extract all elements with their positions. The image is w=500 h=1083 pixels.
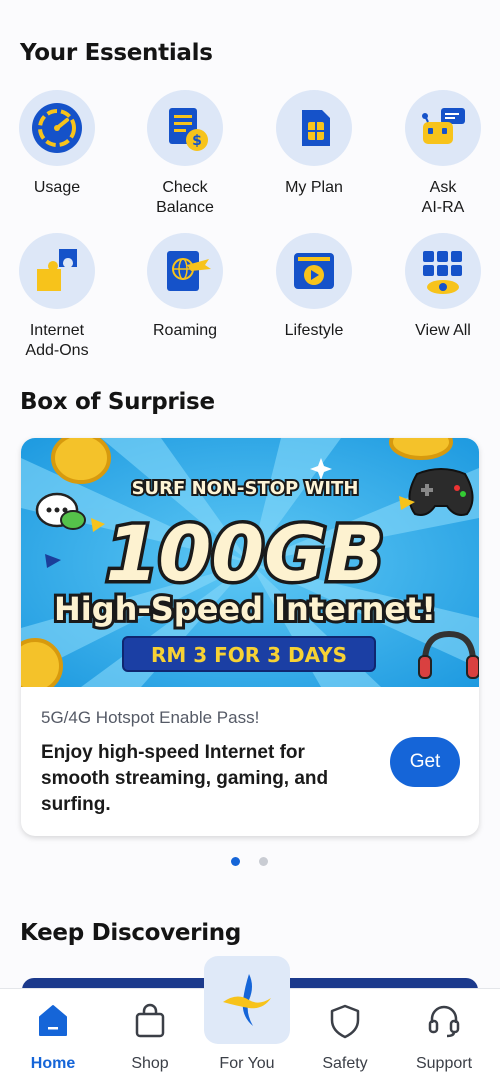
- essential-label: Roaming: [152, 322, 218, 339]
- nav-safety[interactable]: Safety: [295, 989, 395, 1083]
- robot-chat-icon: [405, 90, 481, 166]
- nav-shop[interactable]: Shop: [100, 989, 200, 1083]
- shield-icon: [328, 1003, 362, 1044]
- home-icon: [36, 1003, 70, 1044]
- carousel-dot-active[interactable]: [231, 857, 240, 866]
- essential-internet-add-ons[interactable]: Internet Add-Ons: [2, 233, 112, 361]
- banner-price-pill: RM 3 FOR 3 DAYS: [151, 643, 347, 667]
- banner-headline-top: SURF NON-STOP WITH: [132, 478, 359, 499]
- essential-check-balance[interactable]: $ Check Balance: [130, 90, 240, 218]
- shopping-bag-icon: [133, 1003, 167, 1044]
- essential-label: Internet Add-Ons: [25, 322, 89, 359]
- essential-lifestyle[interactable]: Lifestyle: [259, 233, 369, 341]
- essential-view-all[interactable]: View All: [388, 233, 498, 341]
- promo-banner[interactable]: SURF NON-STOP WITH 100GB High-Speed Inte…: [21, 438, 479, 694]
- essential-usage[interactable]: Usage: [2, 90, 112, 198]
- play-icon: [276, 233, 352, 309]
- nav-label: Safety: [322, 1055, 368, 1072]
- balance-icon: $: [147, 90, 223, 166]
- essentials-title: Your Essentials: [20, 40, 213, 66]
- promo-subtitle: 5G/4G Hotspot Enable Pass!: [41, 708, 260, 727]
- passport-icon: [147, 233, 223, 309]
- carousel-dot[interactable]: [259, 857, 268, 866]
- essential-label: Ask AI-RA: [421, 179, 465, 216]
- nav-label: For You: [219, 1055, 275, 1072]
- sim-icon: [276, 90, 352, 166]
- nav-label: Shop: [131, 1055, 169, 1072]
- get-button[interactable]: Get: [390, 737, 460, 787]
- svg-text:$: $: [192, 133, 202, 149]
- puzzle-icon: [19, 233, 95, 309]
- discover-title: Keep Discovering: [20, 920, 242, 946]
- essential-label: Usage: [33, 179, 81, 196]
- essential-label: My Plan: [285, 179, 343, 196]
- essential-roaming[interactable]: Roaming: [130, 233, 240, 341]
- gauge-icon: [19, 90, 95, 166]
- banner-headline-mid: High-Speed Internet!: [54, 590, 436, 628]
- promo-card[interactable]: SURF NON-STOP WITH 100GB High-Speed Inte…: [21, 438, 479, 836]
- essential-label: Lifestyle: [284, 322, 344, 339]
- for-you-tile[interactable]: [204, 956, 290, 1044]
- nav-label: Support: [415, 1055, 473, 1072]
- essential-my-plan[interactable]: My Plan: [259, 90, 369, 198]
- nav-support[interactable]: Support: [394, 989, 494, 1083]
- banner-headline-big: 100GB: [106, 509, 385, 598]
- promo-description: Enjoy high-speed Internet for smooth str…: [41, 742, 329, 815]
- sparkle-logo-icon: [223, 974, 271, 1026]
- essential-label: Check Balance: [156, 179, 214, 216]
- grid-eye-icon: [405, 233, 481, 309]
- headset-icon: [427, 1003, 461, 1044]
- surprise-title: Box of Surprise: [20, 389, 215, 415]
- nav-label: Home: [30, 1055, 76, 1072]
- essential-label: View All: [415, 322, 471, 339]
- nav-home[interactable]: Home: [3, 989, 103, 1083]
- essential-ask-ai-ra[interactable]: Ask AI-RA: [388, 90, 498, 218]
